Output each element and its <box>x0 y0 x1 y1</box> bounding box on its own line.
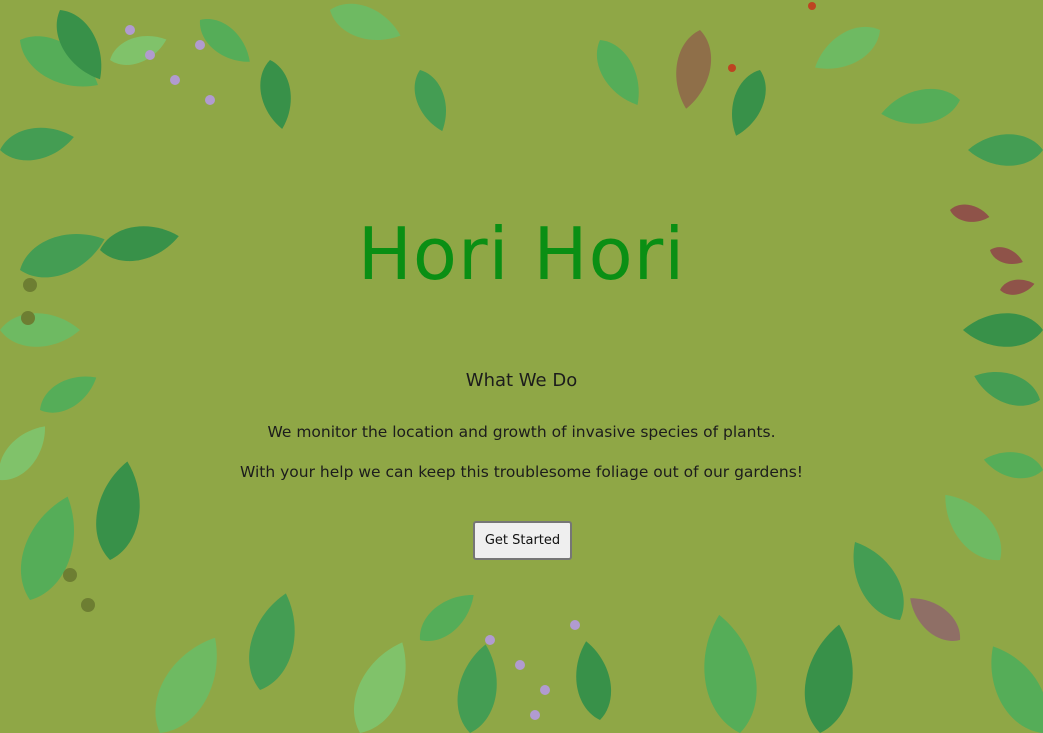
page-title: Hori Hori <box>357 212 686 296</box>
get-started-button[interactable]: Get Started <box>473 521 572 560</box>
call-to-action-text: With your help we can keep this troubles… <box>240 463 803 481</box>
mission-text: We monitor the location and growth of in… <box>267 423 776 441</box>
section-heading: What We Do <box>465 370 578 391</box>
hero-section: Hori Hori What We Do We monitor the loca… <box>0 0 1043 733</box>
